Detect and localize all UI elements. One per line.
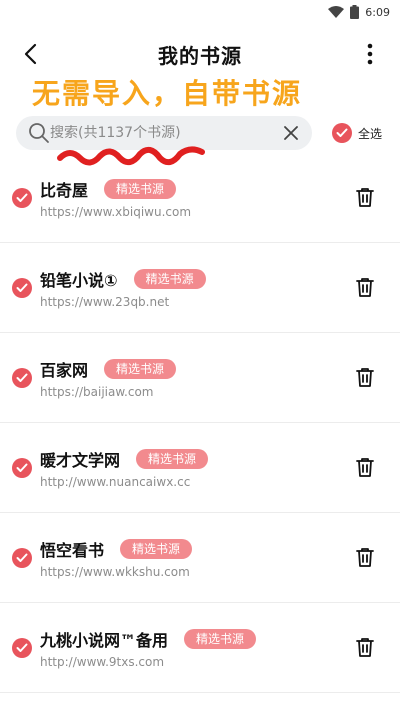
clear-search-button[interactable] xyxy=(282,124,300,142)
delete-button[interactable] xyxy=(354,276,376,298)
featured-tag: 精选书源 xyxy=(136,449,209,469)
source-name-text: 比奇屋 xyxy=(40,181,89,200)
source-name-text: 九桃小说网™备用 xyxy=(40,631,169,650)
trash-icon xyxy=(356,638,374,657)
source-name: 九桃小说网™备用 精选书源 xyxy=(40,627,257,651)
featured-tag: 精选书源 xyxy=(120,539,193,559)
delete-button[interactable] xyxy=(354,456,376,478)
check-circle-icon xyxy=(332,123,352,143)
more-vertical-icon xyxy=(367,43,373,65)
source-row[interactable]: 比奇屋 精选书源 https://www.xbiqiwu.com xyxy=(0,153,400,243)
source-row[interactable]: 九桃小说网™备用 精选书源 http://www.9txs.com xyxy=(0,603,400,693)
source-name-text: 铅笔小说① xyxy=(40,271,118,290)
check-circle-icon[interactable] xyxy=(12,548,32,568)
battery-icon xyxy=(350,5,360,19)
source-name: 暖才文学网 精选书源 xyxy=(40,447,209,471)
trash-icon xyxy=(356,188,374,207)
search-icon xyxy=(28,122,50,144)
check-circle-icon[interactable] xyxy=(12,188,32,208)
source-row[interactable]: 百家网 精选书源 https://baijiaw.com xyxy=(0,333,400,423)
status-time: 6:09 xyxy=(365,5,390,19)
featured-tag: 精选书源 xyxy=(133,269,206,289)
source-name-text: 百家网 xyxy=(40,361,89,380)
delete-button[interactable] xyxy=(354,546,376,568)
source-name: 铅笔小说① 精选书源 xyxy=(40,267,206,291)
status-bar: 6:09 xyxy=(0,0,400,24)
close-icon xyxy=(284,126,298,140)
source-url: http://www.nuancaiwx.cc xyxy=(40,475,191,489)
delete-button[interactable] xyxy=(354,366,376,388)
source-row[interactable]: 暖才文学网 精选书源 http://www.nuancaiwx.cc xyxy=(0,423,400,513)
featured-tag: 精选书源 xyxy=(184,629,257,649)
delete-button[interactable] xyxy=(354,636,376,658)
featured-tag: 精选书源 xyxy=(104,179,177,199)
source-row[interactable]: 铅笔小说① 精选书源 https://www.23qb.net xyxy=(0,243,400,333)
source-url: https://www.wkkshu.com xyxy=(40,565,190,579)
source-url: https://www.23qb.net xyxy=(40,295,170,309)
search-input[interactable] xyxy=(50,125,270,141)
check-circle-icon[interactable] xyxy=(12,368,32,388)
page-title: 我的书源 xyxy=(158,44,242,68)
app-header: 我的书源 xyxy=(0,30,400,78)
source-url: http://www.9txs.com xyxy=(40,655,165,669)
select-all-label: 全选 xyxy=(358,126,383,141)
delete-button[interactable] xyxy=(354,186,376,208)
wifi-icon xyxy=(328,6,345,18)
source-list: 比奇屋 精选书源 https://www.xbiqiwu.com 铅笔小说① 精… xyxy=(0,153,400,693)
check-circle-icon[interactable] xyxy=(12,278,32,298)
check-circle-icon[interactable] xyxy=(12,458,32,478)
trash-icon xyxy=(356,278,374,297)
source-url: https://baijiaw.com xyxy=(40,385,154,399)
check-circle-icon[interactable] xyxy=(12,638,32,658)
source-name: 比奇屋 精选书源 xyxy=(40,177,177,201)
source-name: 悟空看书 精选书源 xyxy=(40,537,193,561)
trash-icon xyxy=(356,458,374,477)
source-name-text: 暖才文学网 xyxy=(40,451,121,470)
source-name-text: 悟空看书 xyxy=(40,541,105,560)
source-name: 百家网 精选书源 xyxy=(40,357,177,381)
trash-icon xyxy=(356,368,374,387)
featured-tag: 精选书源 xyxy=(104,359,177,379)
promo-banner-text: 无需导入，自带书源 xyxy=(32,77,303,110)
select-all-toggle[interactable]: 全选 xyxy=(332,123,382,143)
trash-icon xyxy=(356,548,374,567)
more-options-button[interactable] xyxy=(360,40,380,68)
source-url: https://www.xbiqiwu.com xyxy=(40,205,192,219)
source-row[interactable]: 悟空看书 精选书源 https://www.wkkshu.com xyxy=(0,513,400,603)
